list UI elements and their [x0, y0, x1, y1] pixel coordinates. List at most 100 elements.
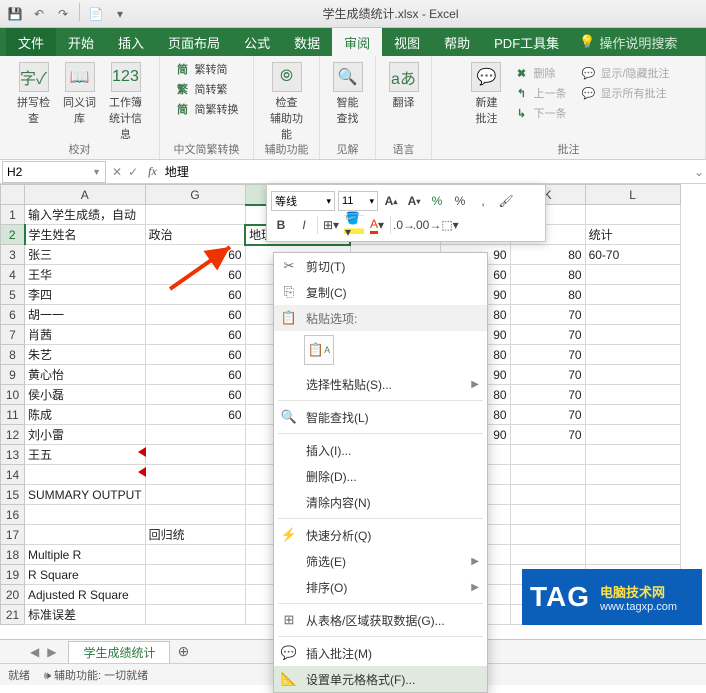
cell[interactable]	[25, 505, 146, 525]
cell[interactable]	[145, 445, 245, 465]
cell[interactable]	[585, 205, 680, 225]
cell[interactable]: 肖茜	[25, 325, 146, 345]
cell[interactable]: 朱艺	[25, 345, 146, 365]
row-header-20[interactable]: 20	[1, 585, 25, 605]
cell[interactable]: 李四	[25, 285, 146, 305]
cell[interactable]	[145, 605, 245, 625]
cell[interactable]	[585, 545, 680, 565]
cell[interactable]	[145, 425, 245, 445]
cell[interactable]	[585, 305, 680, 325]
cell[interactable]	[585, 265, 680, 285]
cell[interactable]: 60	[145, 345, 245, 365]
mini-inc-decimal[interactable]: .0→	[394, 215, 414, 235]
cell[interactable]	[145, 485, 245, 505]
cell[interactable]: 70	[510, 345, 585, 365]
qat-touch-mode[interactable]: 📄	[85, 3, 107, 25]
cell[interactable]: 60	[145, 285, 245, 305]
ctx-smart-lookup[interactable]: 🔍智能查找(L)	[274, 404, 487, 430]
row-header-14[interactable]: 14	[1, 465, 25, 485]
mini-fill-color[interactable]: 🪣▾	[344, 215, 364, 235]
btn-spelling[interactable]: 字✓拼写检查	[11, 60, 57, 144]
mini-dec-decimal[interactable]: .00→	[417, 215, 437, 235]
cell[interactable]	[145, 465, 245, 485]
cell[interactable]: 60	[145, 265, 245, 285]
ctx-format-cells[interactable]: 📐设置单元格格式(F)...	[274, 666, 487, 692]
qat-more[interactable]: ▾	[109, 3, 131, 25]
tab-layout[interactable]: 页面布局	[156, 28, 232, 56]
cancel-icon[interactable]: ✕	[112, 165, 122, 179]
col-header-G[interactable]: G	[145, 185, 245, 205]
cell[interactable]	[510, 445, 585, 465]
row-header-18[interactable]: 18	[1, 545, 25, 565]
ctx-get-data[interactable]: ⊞从表格/区域获取数据(G)...	[274, 607, 487, 633]
mini-size[interactable]: 11 ▾	[338, 191, 378, 211]
cell[interactable]	[585, 405, 680, 425]
select-all[interactable]	[1, 185, 25, 205]
btn-trad-to-simp[interactable]: 简繁转简	[171, 60, 232, 78]
cell[interactable]: SUMMARY OUTPUT	[25, 485, 146, 505]
cell[interactable]: 80	[510, 245, 585, 265]
cell[interactable]: 王华	[25, 265, 146, 285]
cell[interactable]	[585, 465, 680, 485]
tab-help[interactable]: 帮助	[432, 28, 482, 56]
sheet-tab-active[interactable]: 学生成绩统计	[68, 641, 170, 663]
cell[interactable]: 70	[510, 425, 585, 445]
mini-format-painter[interactable]: 🖌	[496, 191, 516, 211]
cell[interactable]: 70	[510, 305, 585, 325]
ctx-quick-analysis[interactable]: ⚡快速分析(Q)	[274, 522, 487, 548]
row-header-16[interactable]: 16	[1, 505, 25, 525]
cell[interactable]	[585, 525, 680, 545]
btn-simp-to-trad[interactable]: 繁简转繁	[171, 80, 232, 98]
paste-option-default[interactable]: 📋A	[304, 335, 334, 365]
cell[interactable]: 输入学生成绩，自动	[25, 205, 146, 225]
cell[interactable]: 60	[145, 305, 245, 325]
mini-grow-font[interactable]: A▴	[381, 191, 401, 211]
btn-thesaurus[interactable]: 📖同义词库	[57, 60, 103, 144]
row-header-15[interactable]: 15	[1, 485, 25, 505]
mini-percent[interactable]: %	[450, 191, 470, 211]
row-header-13[interactable]: 13	[1, 445, 25, 465]
cell[interactable]	[510, 505, 585, 525]
mini-accounting[interactable]: %	[427, 191, 447, 211]
tab-file[interactable]: 文件	[6, 28, 56, 56]
cell[interactable]: 60	[145, 365, 245, 385]
cell[interactable]	[25, 525, 146, 545]
row-header-4[interactable]: 4	[1, 265, 25, 285]
cell[interactable]: 王五	[25, 445, 146, 465]
btn-stats[interactable]: 123工作簿 统计信息	[103, 60, 149, 144]
cell[interactable]: 70	[510, 405, 585, 425]
row-header-12[interactable]: 12	[1, 425, 25, 445]
fx-expand[interactable]: ⌄	[692, 165, 706, 179]
mini-merge[interactable]: ⬚▾	[440, 215, 460, 235]
cell[interactable]	[510, 465, 585, 485]
tab-data[interactable]: 数据	[282, 28, 332, 56]
col-header-A[interactable]: A	[25, 185, 146, 205]
cell[interactable]	[585, 285, 680, 305]
btn-show-hide-comment[interactable]: 💬显示/隐藏批注	[576, 64, 673, 82]
ctx-sort[interactable]: 排序(O)▶	[274, 574, 487, 600]
cell[interactable]: 张三	[25, 245, 146, 265]
cell[interactable]: 政治	[145, 225, 245, 245]
btn-next-comment[interactable]: ↳下一条	[509, 104, 570, 122]
cell[interactable]	[145, 545, 245, 565]
cell[interactable]: 80	[510, 285, 585, 305]
cell[interactable]: 统计	[585, 225, 680, 245]
cell[interactable]: 胡一一	[25, 305, 146, 325]
row-header-17[interactable]: 17	[1, 525, 25, 545]
cell[interactable]: 60	[145, 385, 245, 405]
cell[interactable]	[145, 205, 245, 225]
ctx-copy[interactable]: ⎘复制(C)	[274, 279, 487, 305]
cell[interactable]	[145, 585, 245, 605]
cell[interactable]	[585, 365, 680, 385]
sheet-nav-prev[interactable]: ◀	[30, 645, 45, 659]
cell[interactable]: 70	[510, 365, 585, 385]
cell[interactable]: 70	[510, 325, 585, 345]
name-box[interactable]: H2▼	[2, 161, 106, 183]
cell[interactable]	[585, 325, 680, 345]
cell[interactable]: 60	[145, 325, 245, 345]
btn-show-all-comments[interactable]: 💬显示所有批注	[576, 84, 670, 102]
qat-undo[interactable]: ↶	[28, 3, 50, 25]
mini-comma[interactable]: ,	[473, 191, 493, 211]
cell[interactable]	[145, 565, 245, 585]
cell[interactable]: 70	[510, 385, 585, 405]
